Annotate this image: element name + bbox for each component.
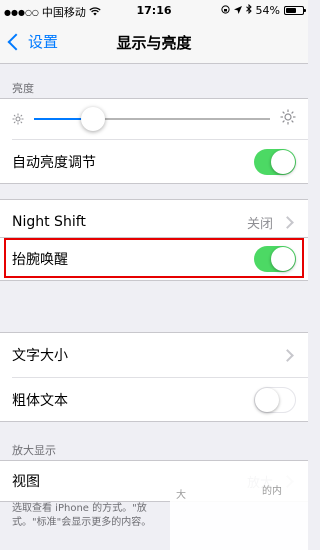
sun-large-icon (280, 109, 296, 129)
battery-percent: 54% (255, 4, 280, 17)
brightness-slider-row (0, 99, 308, 139)
status-right: 54% (220, 3, 306, 17)
lock-rotation-icon (220, 4, 230, 17)
auto-brightness-row: 自动亮度调节 (12, 139, 308, 183)
footer-fragment-1: 大 (176, 490, 186, 501)
bold-text-label: 粗体文本 (12, 392, 68, 409)
toggle-knob (271, 247, 295, 271)
raise-to-wake-label: 抬腕唤醒 (12, 252, 68, 268)
brightness-header: 亮度 (12, 82, 34, 95)
auto-brightness-toggle[interactable] (254, 148, 296, 175)
nav-bar: 设置 显示与亮度 (0, 20, 308, 64)
footer-fragment-2: 的内 (262, 486, 282, 497)
text-group: 文字大小 粗体文本 (0, 332, 308, 422)
status-bar: ●●●○○ 中国移动 17:16 54% (0, 0, 308, 20)
bold-text-toggle[interactable] (254, 386, 296, 413)
night-shift-value: 关闭 (246, 216, 273, 232)
bluetooth-icon (245, 3, 252, 17)
location-icon (233, 4, 242, 17)
raise-to-wake-group: 抬腕唤醒 (0, 237, 308, 281)
toggle-knob (255, 387, 279, 412)
auto-brightness-label: 自动亮度调节 (12, 154, 96, 171)
text-size-label: 文字大小 (12, 348, 68, 364)
page-title: 显示与亮度 (116, 34, 192, 52)
brightness-slider[interactable] (34, 107, 270, 131)
text-size-row[interactable]: 文字大小 (0, 333, 308, 377)
battery-icon (284, 6, 306, 15)
raise-to-wake-toggle[interactable] (254, 246, 296, 272)
brightness-group: 自动亮度调节 (0, 98, 308, 184)
bold-text-row: 粗体文本 (12, 377, 308, 421)
night-shift-label: Night Shift (12, 214, 86, 230)
sun-small-icon (12, 110, 24, 129)
raise-to-wake-row: 抬腕唤醒 (0, 238, 308, 280)
chevron-right-icon (281, 348, 294, 362)
blurred-overlay (170, 466, 308, 550)
chevron-right-icon (281, 215, 294, 229)
zoom-header: 放大显示 (12, 444, 56, 457)
brightness-slider-thumb[interactable] (81, 107, 105, 131)
toggle-knob (271, 149, 295, 174)
